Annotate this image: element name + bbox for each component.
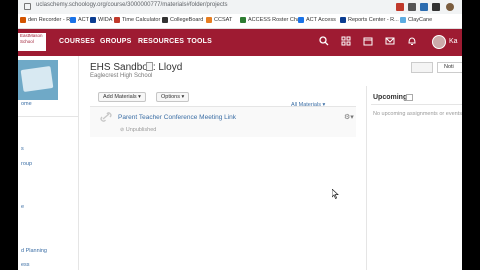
user-name[interactable]: Ka xyxy=(449,38,458,45)
bookmark-favicon-icon xyxy=(90,17,96,23)
school-name[interactable]: Eaglecrest High School xyxy=(90,73,152,79)
options-button[interactable]: Options ▾ xyxy=(156,92,190,102)
address-bar[interactable]: uclaschemy.schoology.org/course/30000007… xyxy=(18,0,462,15)
left-black-bar xyxy=(0,0,18,270)
search-icon[interactable] xyxy=(318,36,330,48)
extension-icon[interactable] xyxy=(408,3,416,11)
upcoming-empty-text: No upcoming assignments or events xyxy=(373,111,462,117)
notifications-button[interactable]: Noti xyxy=(437,62,462,73)
bookmark[interactable]: ACT xyxy=(70,17,89,23)
bookmark-favicon-icon xyxy=(162,17,168,23)
mouse-cursor-icon xyxy=(331,188,339,201)
bookmark[interactable]: ACT Access xyxy=(298,17,336,23)
right-panel-border xyxy=(366,86,367,270)
view-toggle-button[interactable] xyxy=(411,62,433,73)
sidebar-item[interactable]: d Planning xyxy=(21,248,47,254)
extension-icon[interactable] xyxy=(432,3,440,11)
bookmarks-bar: den Recorder - R... ACT WIDA Time Calcul… xyxy=(18,14,462,29)
upcoming-heading: Upcoming xyxy=(373,94,408,101)
notifications-bell-icon[interactable] xyxy=(406,36,418,48)
bookmark[interactable]: ACCESS Roster Cha... xyxy=(240,17,305,23)
nav-groups[interactable]: GROUPS xyxy=(100,38,132,45)
sidebar-divider xyxy=(18,116,78,117)
calendar-icon[interactable] xyxy=(406,94,413,101)
upcoming-divider xyxy=(371,104,462,105)
link-icon xyxy=(100,112,112,122)
extension-icon[interactable] xyxy=(396,3,404,11)
bookmark-favicon-icon xyxy=(20,17,26,23)
course-image xyxy=(18,60,58,100)
calendar-icon[interactable] xyxy=(362,36,374,48)
bookmark[interactable]: CollegeBoard xyxy=(162,17,203,23)
bookmark-favicon-icon xyxy=(400,17,406,23)
right-black-bar xyxy=(462,0,480,270)
publish-status: ⊘ Unpublished xyxy=(120,127,157,133)
sidebar-item[interactable]: s xyxy=(21,146,24,152)
gear-icon[interactable]: ⚙▾ xyxy=(344,113,354,121)
bookmark-favicon-icon xyxy=(340,17,346,23)
sidebar-item[interactable]: ess xyxy=(21,262,30,268)
bookmark-favicon-icon xyxy=(298,17,304,23)
sidebar-item[interactable]: e xyxy=(21,204,24,210)
bookmark[interactable]: Reports Center - R... xyxy=(340,17,399,23)
nav-resources[interactable]: RESOURCES xyxy=(138,38,184,45)
bookmark[interactable]: CCSAT xyxy=(206,17,232,23)
bookmark[interactable]: ClayCane xyxy=(400,17,432,23)
unpublished-icon: ⊘ xyxy=(120,127,125,133)
nav-courses[interactable]: COURSES xyxy=(59,38,95,45)
nav-tools[interactable]: TOOLS xyxy=(187,38,212,45)
bookmark-favicon-icon xyxy=(240,17,246,23)
material-title-link[interactable]: Parent Teacher Conference Meeting Link xyxy=(118,114,236,121)
user-avatar[interactable] xyxy=(432,35,446,49)
bookmark-favicon-icon xyxy=(70,17,76,23)
url-text[interactable]: uclaschemy.schoology.org/course/30000007… xyxy=(36,2,228,8)
lock-icon xyxy=(24,3,31,10)
bookmark[interactable]: Time Calculator xyxy=(114,17,160,23)
browser-window: uclaschemy.schoology.org/course/30000007… xyxy=(18,0,462,270)
top-navbar: EastMason School COURSES GROUPS RESOURCE… xyxy=(18,29,462,56)
bookmark[interactable]: den Recorder - R... xyxy=(20,17,75,23)
bookmark[interactable]: WIDA xyxy=(90,17,112,23)
bookmark-favicon-icon xyxy=(206,17,212,23)
messages-icon[interactable] xyxy=(384,36,396,48)
course-info-icon[interactable] xyxy=(146,62,153,71)
profile-icon[interactable] xyxy=(446,3,454,11)
page-title: EHS Sandbox: Lloyd xyxy=(90,62,183,73)
sidebar-item-home[interactable]: ome xyxy=(21,101,32,107)
add-materials-button[interactable]: Add Materials ▾ xyxy=(98,92,146,102)
school-logo[interactable]: EastMason School xyxy=(18,33,46,51)
bookmark-favicon-icon xyxy=(114,17,120,23)
sidebar-border xyxy=(78,56,79,270)
apps-grid-icon[interactable] xyxy=(340,36,352,48)
sidebar-item[interactable]: roup xyxy=(21,161,32,167)
extension-icon[interactable] xyxy=(420,3,428,11)
